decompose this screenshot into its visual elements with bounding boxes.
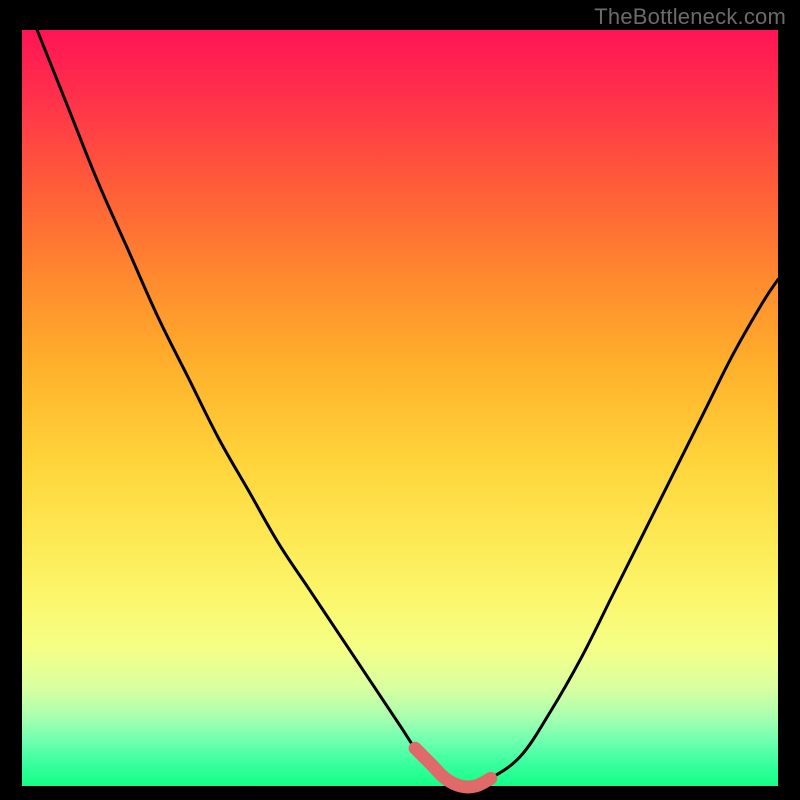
chart-frame: TheBottleneck.com [0, 0, 800, 800]
highlight-segment-path [415, 748, 491, 787]
bottleneck-curve-path [37, 30, 778, 787]
plot-area [22, 30, 778, 786]
curve-svg [22, 30, 778, 786]
watermark-text: TheBottleneck.com [594, 4, 786, 30]
